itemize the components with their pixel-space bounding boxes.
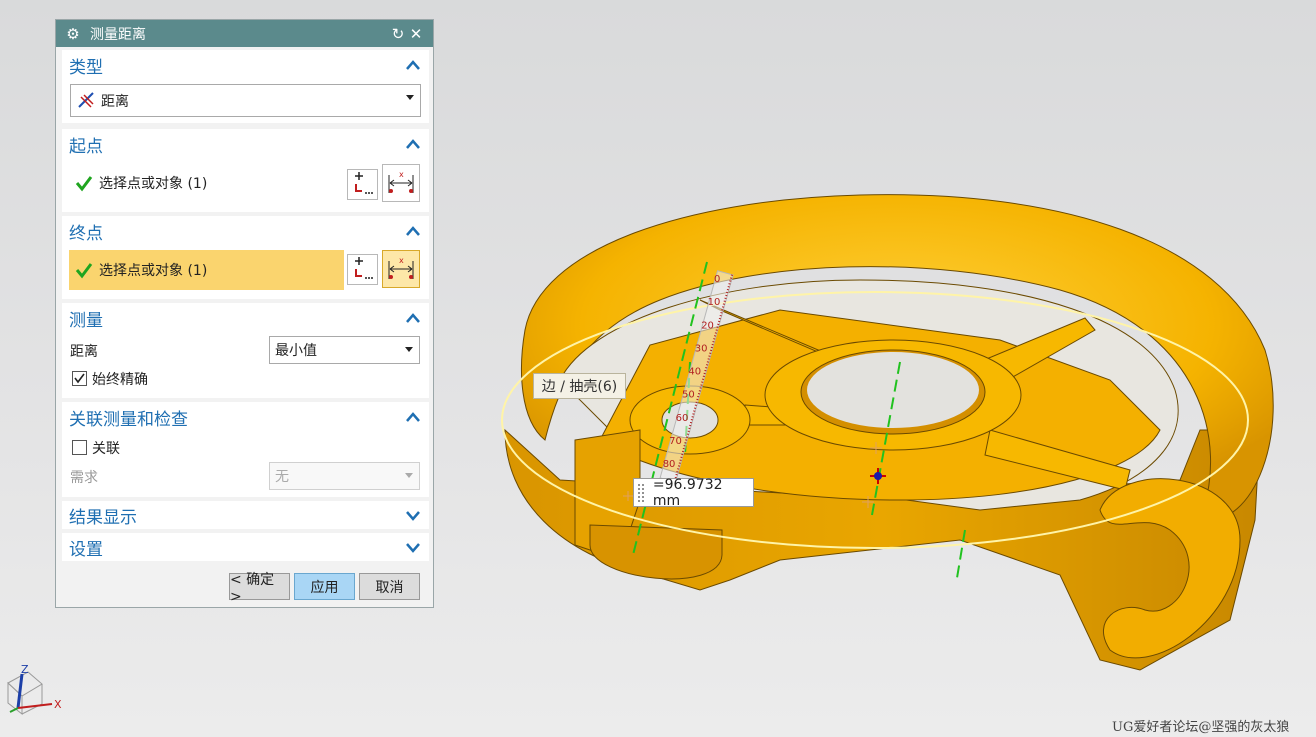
measurement-readout[interactable]: =96.9732 mm: [633, 476, 754, 509]
section-result-title: 结果显示: [69, 507, 137, 528]
associative-checkbox[interactable]: [72, 440, 87, 455]
section-association: 关联测量和检查 关联 需求 无: [62, 402, 429, 497]
section-end: 终点 选择点或对象 (1) x: [62, 216, 429, 299]
reset-icon[interactable]: ↻: [389, 25, 407, 43]
section-end-header[interactable]: 终点: [62, 216, 429, 246]
ruler-tick-label: 60: [676, 413, 689, 424]
edge-tooltip: 边 / 抽壳(6): [533, 373, 626, 399]
gear-icon[interactable]: ⚙: [64, 25, 82, 43]
chevron-down-icon[interactable]: [405, 541, 421, 553]
section-settings-title: 设置: [69, 539, 103, 560]
section-association-header[interactable]: 关联测量和检查: [62, 402, 429, 432]
type-select[interactable]: 距离: [70, 84, 421, 117]
requirement-label: 需求: [70, 470, 98, 486]
ok-button[interactable]: < 确定 >: [229, 572, 290, 605]
always-exact-label: 始终精确: [92, 372, 148, 388]
measure-distance-dialog: ⚙ 测量距离 ↻ ✕ 类型 距离 起点 选择点或对象 (1) x 终点 选择点或…: [55, 19, 434, 608]
distance-mode-value: 最小值: [275, 343, 317, 359]
svg-text:x: x: [399, 256, 404, 265]
ruler-tick-label: 70: [669, 436, 682, 447]
always-exact-checkbox[interactable]: [72, 371, 87, 386]
associative-label: 关联: [92, 441, 120, 457]
distance-label: 距离: [70, 344, 98, 360]
distance-object-icon: x: [388, 256, 414, 279]
chevron-up-icon[interactable]: [405, 138, 421, 150]
section-settings-header[interactable]: 设置: [62, 533, 429, 561]
measurement-value: =96.9732 mm: [652, 476, 723, 509]
section-result-header[interactable]: 结果显示: [62, 501, 429, 529]
section-association-title: 关联测量和检查: [69, 409, 188, 430]
chevron-up-icon[interactable]: [405, 225, 421, 237]
section-type-title: 类型: [69, 57, 103, 78]
distance-object-icon: x: [388, 170, 414, 193]
ruler-tick-label: 30: [695, 343, 708, 354]
chevron-down-icon: [405, 347, 413, 352]
section-type: 类型 距离: [62, 50, 429, 123]
end-point-selector[interactable]: 选择点或对象 (1): [69, 250, 344, 290]
apply-button[interactable]: 应用: [294, 573, 355, 600]
chevron-up-icon[interactable]: [405, 411, 421, 423]
svg-text:Z: Z: [21, 663, 29, 676]
point-dialog-icon: [355, 172, 373, 194]
dialog-title: 测量距离: [90, 26, 146, 43]
svg-text:X: X: [54, 698, 62, 711]
section-end-title: 终点: [69, 223, 103, 244]
section-measure-header[interactable]: 测量: [62, 303, 429, 333]
drag-handle-icon[interactable]: [637, 482, 645, 503]
select-object-button[interactable]: x: [382, 250, 420, 288]
section-measure-title: 测量: [69, 310, 103, 331]
chevron-up-icon[interactable]: [405, 59, 421, 71]
chevron-down-icon: [405, 473, 413, 478]
ruler-tick-label: 50: [682, 390, 695, 401]
point-dialog-button[interactable]: [347, 169, 378, 200]
dialog-titlebar[interactable]: ⚙ 测量距离 ↻ ✕: [56, 20, 433, 47]
section-type-header[interactable]: 类型: [62, 50, 429, 80]
checkmark-icon: [75, 176, 93, 192]
end-select-label: 选择点或对象 (1): [99, 263, 208, 279]
cancel-button[interactable]: 取消: [359, 573, 420, 600]
checkmark-icon: [75, 263, 93, 279]
watermark: UG爱好者论坛@坚强的灰太狼: [1112, 720, 1290, 735]
ruler-tick-label: 20: [701, 320, 714, 331]
ruler-tick-label: 40: [688, 367, 701, 378]
chevron-down-icon: [406, 95, 414, 100]
close-icon[interactable]: ✕: [407, 25, 425, 43]
section-start-title: 起点: [69, 136, 103, 157]
start-point-selector[interactable]: 选择点或对象 (1): [69, 164, 339, 202]
requirement-value: 无: [275, 469, 289, 485]
point-dialog-icon: [355, 257, 373, 279]
section-measure: 测量 距离 最小值 始终精确: [62, 303, 429, 398]
chevron-down-icon[interactable]: [405, 509, 421, 521]
ruler-tick-label: 0: [714, 274, 720, 285]
requirement-select[interactable]: 无: [269, 462, 420, 490]
ruler-tick-label: 10: [708, 297, 721, 308]
svg-text:x: x: [399, 170, 404, 179]
distance-mode-select[interactable]: 最小值: [269, 336, 420, 364]
start-select-label: 选择点或对象 (1): [99, 176, 208, 192]
type-select-value: 距离: [101, 93, 129, 110]
section-start: 起点 选择点或对象 (1) x: [62, 129, 429, 212]
section-start-header[interactable]: 起点: [62, 129, 429, 159]
point-dialog-button[interactable]: [347, 254, 378, 285]
checkbox-check-icon: [74, 373, 85, 384]
section-settings: 设置: [62, 533, 429, 561]
chevron-up-icon[interactable]: [405, 312, 421, 324]
ruler-tick-label: 80: [663, 459, 676, 470]
distance-type-icon: [78, 92, 94, 108]
section-result-display: 结果显示: [62, 501, 429, 529]
select-object-button[interactable]: x: [382, 164, 420, 202]
coordinate-triad: Z X: [7, 663, 62, 716]
